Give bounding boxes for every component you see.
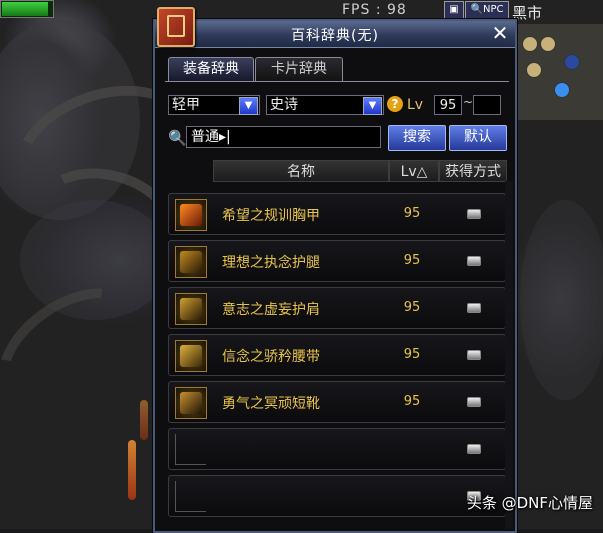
table-row[interactable]: 信念之骄矜腰带 95 — [168, 334, 506, 376]
obtain-method-button[interactable] — [467, 209, 481, 219]
minimap[interactable] — [515, 24, 603, 120]
item-level: 95 — [403, 347, 421, 362]
obtain-method-button[interactable] — [467, 350, 481, 360]
item-name: 意志之虚妄护肩 — [222, 302, 320, 318]
encyclopedia-book-icon — [157, 7, 195, 47]
obtain-method-button[interactable] — [467, 303, 481, 313]
scrollbar[interactable] — [505, 181, 513, 529]
item-level: 95 — [403, 206, 421, 221]
item-name: 希望之规训胸甲 — [222, 208, 320, 224]
tab-divider — [165, 81, 509, 82]
close-icon: ✕ — [491, 21, 509, 45]
obtain-method-button[interactable] — [467, 397, 481, 407]
title-bar[interactable]: 百科辞典(无) ✕ — [155, 21, 515, 48]
level-min-input[interactable]: 95 — [434, 95, 462, 115]
rarity-select[interactable]: 史诗 ▼ — [266, 95, 384, 115]
search-input[interactable]: 普通▸| — [186, 126, 381, 148]
column-header-obtain[interactable]: 获得方式 — [439, 160, 507, 182]
obtain-method-button[interactable] — [467, 444, 481, 454]
npc-search-button[interactable]: 🔍NPC — [465, 1, 509, 19]
tab-equipment-dictionary[interactable]: 装备辞典 — [168, 57, 254, 82]
table-row[interactable] — [168, 475, 506, 517]
minimap-npc-icon — [526, 62, 542, 78]
minimap-player-icon — [554, 82, 570, 98]
window-toggle-button[interactable]: ▣ — [444, 1, 464, 19]
window-title: 百科辞典(无) — [291, 28, 379, 44]
help-icon[interactable]: ? — [387, 96, 403, 112]
item-level: 95 — [403, 394, 421, 409]
rarity-value: 史诗 — [270, 97, 298, 113]
item-name: 勇气之冥顽短靴 — [222, 396, 320, 412]
table-row[interactable]: 勇气之冥顽短靴 95 — [168, 381, 506, 423]
armor-type-select[interactable]: 轻甲 ▼ — [168, 95, 260, 115]
boots-icon — [175, 387, 207, 419]
chevron-down-icon[interactable]: ▼ — [239, 97, 258, 115]
armor-type-value: 轻甲 — [172, 97, 200, 113]
close-button[interactable]: ✕ — [489, 23, 511, 45]
minimap-npc-icon — [540, 36, 556, 52]
table-row[interactable] — [168, 428, 506, 470]
obtain-method-button[interactable] — [467, 256, 481, 266]
watermark: 头条 @DNF心情屋 — [466, 494, 593, 512]
minimap-portal-icon — [564, 54, 580, 70]
table-row[interactable]: 意志之虚妄护肩 95 — [168, 287, 506, 329]
search-icon: 🔍 — [168, 129, 187, 147]
chest-armor-icon — [175, 199, 207, 231]
hp-bar — [0, 0, 54, 18]
tab-card-dictionary[interactable]: 卡片辞典 — [255, 57, 343, 82]
hp-bar-fill — [2, 2, 48, 16]
chevron-down-icon[interactable]: ▼ — [363, 97, 382, 115]
npc-button-label: NPC — [482, 4, 504, 15]
search-button[interactable]: 搜索 — [388, 125, 446, 151]
default-button[interactable]: 默认 — [449, 125, 507, 151]
level-max-input[interactable] — [473, 95, 501, 115]
empty-item-slot — [175, 434, 206, 465]
column-header-name[interactable]: 名称 — [213, 160, 389, 182]
shoulder-armor-icon — [175, 293, 207, 325]
column-header-level[interactable]: Lv△ — [389, 160, 439, 182]
fps-counter: FPS : 98 — [342, 2, 407, 18]
item-level: 95 — [403, 253, 421, 268]
item-name: 信念之骄矜腰带 — [222, 349, 320, 365]
item-level: 95 — [403, 300, 421, 315]
item-name: 理想之执念护腿 — [222, 255, 320, 271]
empty-item-slot — [175, 481, 206, 512]
belt-icon — [175, 340, 207, 372]
table-row[interactable]: 希望之规训胸甲 95 — [168, 193, 506, 235]
minimap-npc-icon — [522, 36, 538, 52]
level-label: Lv — [407, 97, 424, 113]
table-row[interactable]: 理想之执念护腿 95 — [168, 240, 506, 282]
encyclopedia-window: 百科辞典(无) ✕ 装备辞典 卡片辞典 轻甲 ▼ 史诗 ▼ ? Lv 95 ~ … — [153, 7, 517, 533]
leg-armor-icon — [175, 246, 207, 278]
level-range-separator: ~ — [463, 95, 474, 109]
